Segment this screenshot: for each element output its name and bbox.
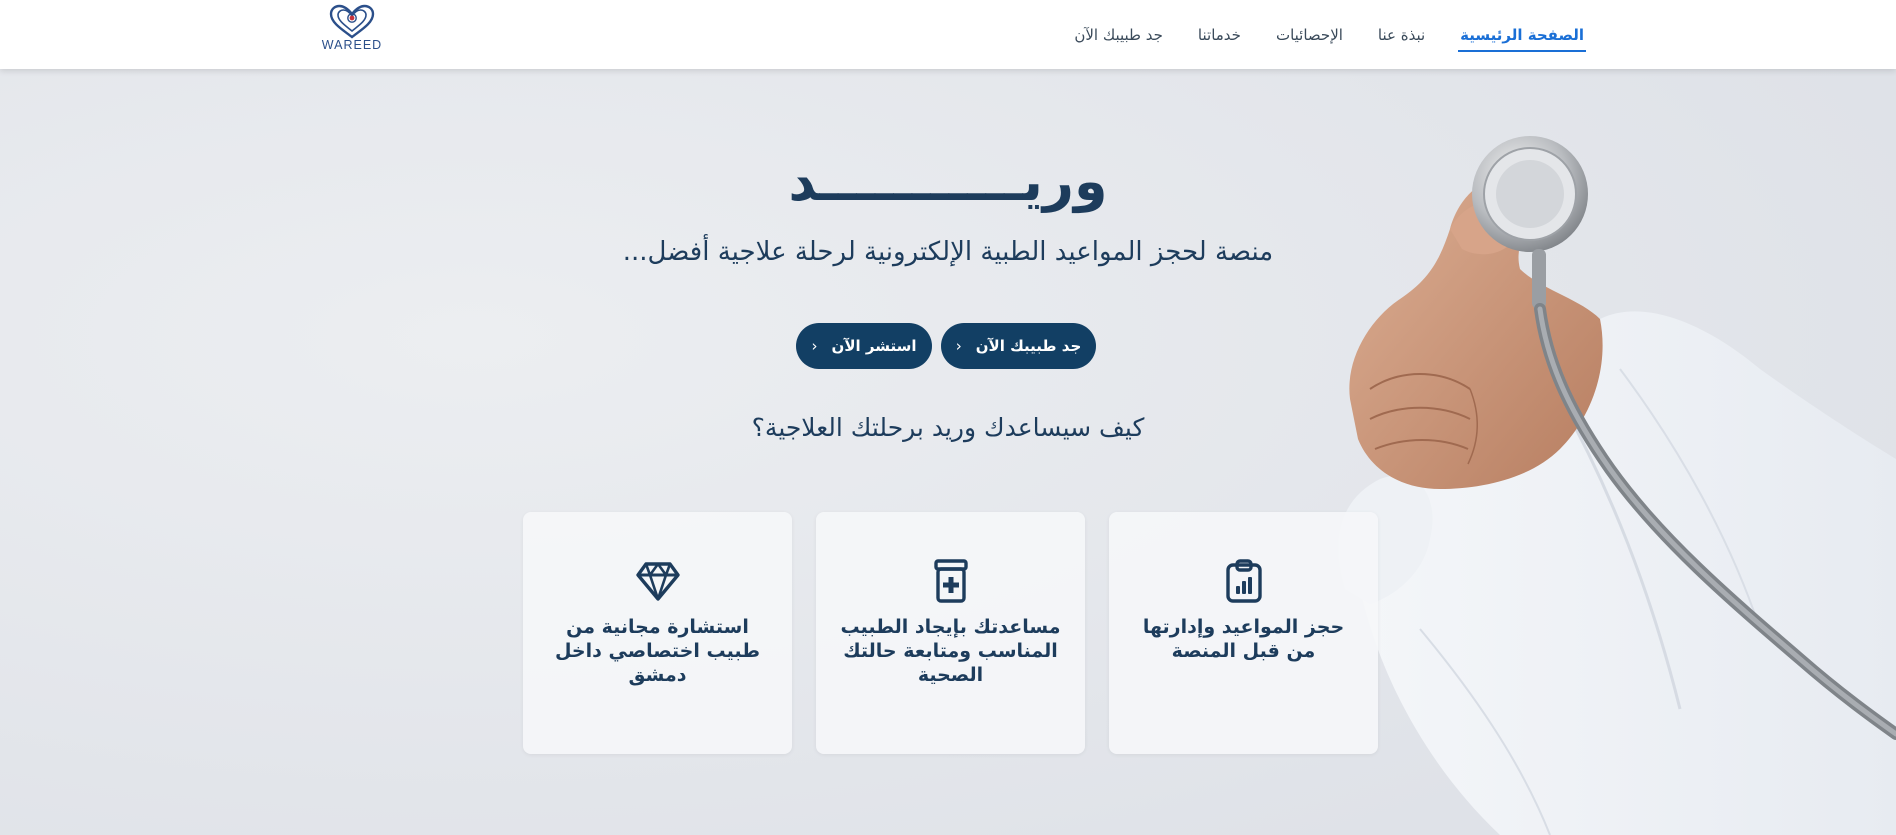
chevron-left-icon: ‹ xyxy=(955,337,962,355)
hero-section: وريـــــــــــد منصة لحجز المواعيد الطبي… xyxy=(0,69,1896,835)
nav-item-home[interactable]: الصفحة الرئيسية xyxy=(1458,18,1586,52)
feature-card-text: مساعدتك بإيجاد الطبيب المناسب ومتابعة حا… xyxy=(840,616,1061,686)
top-navbar: الصفحة الرئيسية نبذة عنا الإحصائيات خدما… xyxy=(0,0,1896,69)
feature-card-find-doctor: مساعدتك بإيجاد الطبيب المناسب ومتابعة حا… xyxy=(816,512,1085,754)
chevron-left-icon: ‹ xyxy=(811,337,818,355)
feature-card-text: حجز المواعيد وإدارتها من قبل المنصة xyxy=(1142,616,1345,662)
how-we-help-heading: كيف سيساعدك وريد برحلتك العلاجية؟ xyxy=(751,413,1145,442)
nav-item-find-doctor[interactable]: جد طبيبك الآن xyxy=(1072,18,1165,52)
nav-menu: الصفحة الرئيسية نبذة عنا الإحصائيات خدما… xyxy=(1072,0,1586,69)
diamond-icon xyxy=(635,559,680,603)
hero-title: وريـــــــــــد xyxy=(788,150,1108,213)
feature-cards: حجز المواعيد وإدارتها من قبل المنصة مساع… xyxy=(522,512,1378,754)
nav-item-about[interactable]: نبذة عنا xyxy=(1376,18,1427,52)
wareed-logo[interactable]: WAREED xyxy=(312,4,392,62)
feature-card-booking: حجز المواعيد وإدارتها من قبل المنصة xyxy=(1109,512,1378,754)
hero-subtitle: منصة لحجز المواعيد الطبية الإلكترونية لر… xyxy=(622,237,1274,267)
consult-now-button-label: استشر الآن xyxy=(831,337,917,355)
clipboard-chart-icon xyxy=(1222,559,1266,603)
nav-item-statistics[interactable]: الإحصائيات xyxy=(1274,18,1345,52)
feature-card-consultation: استشارة مجانية من طبيب اختصاصي داخل دمشق xyxy=(523,512,792,754)
feature-card-text: استشارة مجانية من طبيب اختصاصي داخل دمشق xyxy=(554,616,761,686)
logo-text: WAREED xyxy=(321,38,383,52)
navbar-inner: الصفحة الرئيسية نبذة عنا الإحصائيات خدما… xyxy=(0,0,1896,69)
logo-hearts-icon xyxy=(329,4,375,39)
medicine-bottle-icon xyxy=(929,559,973,603)
hero-cta-group: جد طبيبك الآن ‹ استشر الآن ‹ xyxy=(796,323,1096,369)
nav-item-services[interactable]: خدماتنا xyxy=(1196,18,1243,52)
consult-now-button[interactable]: استشر الآن ‹ xyxy=(796,323,932,369)
find-doctor-button-label: جد طبيبك الآن xyxy=(975,337,1082,355)
find-doctor-button[interactable]: جد طبيبك الآن ‹ xyxy=(941,323,1096,369)
